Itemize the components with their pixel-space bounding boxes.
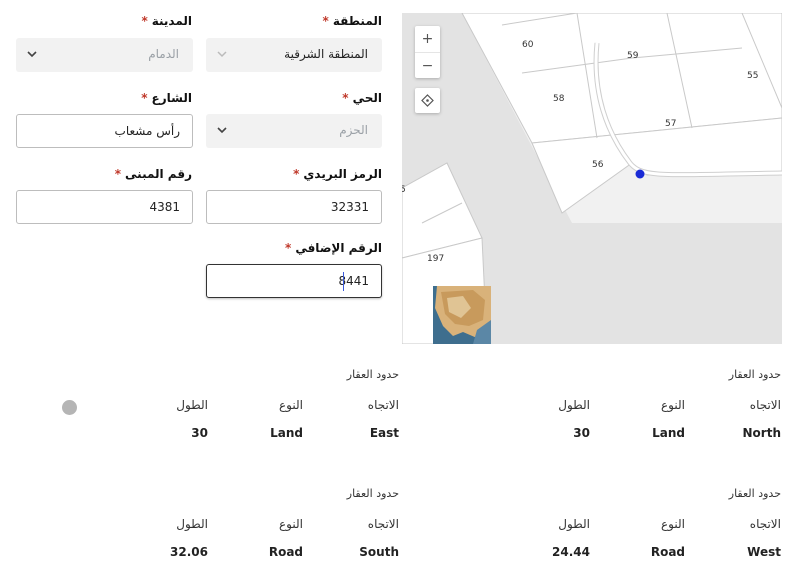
parcel-label: 56 [592, 160, 604, 170]
type-column-header: النوع [279, 398, 303, 412]
type-column-header: النوع [661, 517, 685, 531]
city-label: المدينة* [141, 14, 192, 28]
length-column-header: الطول [176, 398, 208, 412]
district-label-text: الحي [352, 91, 382, 105]
drag-handle[interactable] [62, 400, 77, 415]
boundary-type: Road [650, 545, 685, 559]
required-mark: * [322, 14, 329, 28]
boundary-length: 30 [573, 426, 590, 440]
parcel-label: 59 [627, 51, 639, 61]
direction-column-header: الاتجاه [749, 398, 781, 412]
region-select[interactable]: المنطقة الشرقية [206, 38, 382, 72]
crosshair-icon [421, 94, 434, 107]
type-column-header: النوع [661, 398, 685, 412]
additional-number-input[interactable]: 8441 [206, 264, 382, 298]
district-select-value: الحزم [339, 123, 368, 137]
parcel-map[interactable]: 60 59 55 58 57 56 197 5 + − [402, 13, 782, 344]
city-label-text: المدينة [151, 14, 192, 28]
city-select-value: الدمام [148, 47, 179, 61]
boundaries-section-title: حدود العقار [728, 487, 781, 500]
boundaries-section-title: حدود العقار [346, 368, 399, 381]
required-mark: * [114, 167, 122, 181]
boundary-length: 30 [191, 426, 208, 440]
boundary-direction: North [742, 426, 781, 440]
direction-column-header: الاتجاه [367, 398, 399, 412]
required-mark: * [285, 241, 292, 255]
boundary-length: 24.44 [552, 545, 590, 559]
parcel-label: 60 [522, 40, 534, 50]
satellite-thumbnail[interactable] [433, 286, 491, 344]
city-select[interactable]: الدمام [16, 38, 193, 72]
street-label: الشارع* [141, 91, 192, 105]
region-select-value: المنطقة الشرقية [284, 47, 368, 61]
required-mark: * [141, 14, 148, 28]
additional-number-label-text: الرقم الإضافي [295, 241, 382, 255]
length-column-header: الطول [558, 517, 590, 531]
length-column-header: الطول [176, 517, 208, 531]
parcel-label: 5 [402, 185, 406, 195]
length-column-header: الطول [558, 398, 590, 412]
parcel-label: 58 [553, 94, 565, 104]
boundary-type: Land [652, 426, 685, 440]
required-mark: * [141, 91, 148, 105]
region-label: المنطقة* [323, 14, 382, 28]
chevron-down-icon [27, 51, 37, 58]
zoom-in-button[interactable]: + [415, 26, 440, 52]
chevron-down-icon [217, 127, 227, 134]
locate-button[interactable] [415, 88, 440, 113]
building-number-input[interactable]: 4381 [16, 190, 193, 224]
required-mark: * [342, 91, 349, 105]
building-number-input-value: 4381 [149, 200, 180, 214]
text-caret [343, 272, 344, 291]
zoom-control: + − [415, 26, 440, 78]
parcel-label: 57 [665, 119, 677, 129]
street-input-value: رأس مشعاب [114, 124, 180, 138]
direction-column-header: الاتجاه [749, 517, 781, 531]
parcel-label: 197 [427, 254, 445, 264]
required-mark: * [293, 167, 300, 181]
boundary-direction: West [747, 545, 781, 559]
chevron-down-icon [217, 51, 227, 58]
boundary-direction: East [369, 426, 399, 440]
boundary-direction: South [359, 545, 399, 559]
boundary-length: 32.06 [170, 545, 208, 559]
street-label-text: الشارع [151, 91, 192, 105]
postal-code-input[interactable]: 32331 [206, 190, 382, 224]
boundaries-section-title: حدود العقار [346, 487, 399, 500]
postal-code-input-value: 32331 [330, 200, 369, 214]
parcel-label: 55 [747, 71, 759, 81]
type-column-header: النوع [279, 517, 303, 531]
region-label-text: المنطقة [332, 14, 382, 28]
boundary-type: Road [268, 545, 303, 559]
district-label: الحي* [342, 91, 382, 105]
building-number-label-text: رقم المبنى [125, 167, 192, 181]
building-number-label: رقم المبنى* [115, 167, 192, 181]
location-marker[interactable] [635, 169, 645, 179]
zoom-out-button[interactable]: − [415, 52, 440, 78]
postal-code-label: الرمز البريدي* [293, 167, 382, 181]
boundaries-section-title: حدود العقار [728, 368, 781, 381]
postal-code-label-text: الرمز البريدي [303, 167, 382, 181]
additional-number-label: الرقم الإضافي* [285, 241, 382, 255]
direction-column-header: الاتجاه [367, 517, 399, 531]
street-input[interactable]: رأس مشعاب [16, 114, 193, 148]
boundary-type: Land [270, 426, 303, 440]
district-select[interactable]: الحزم [206, 114, 382, 148]
